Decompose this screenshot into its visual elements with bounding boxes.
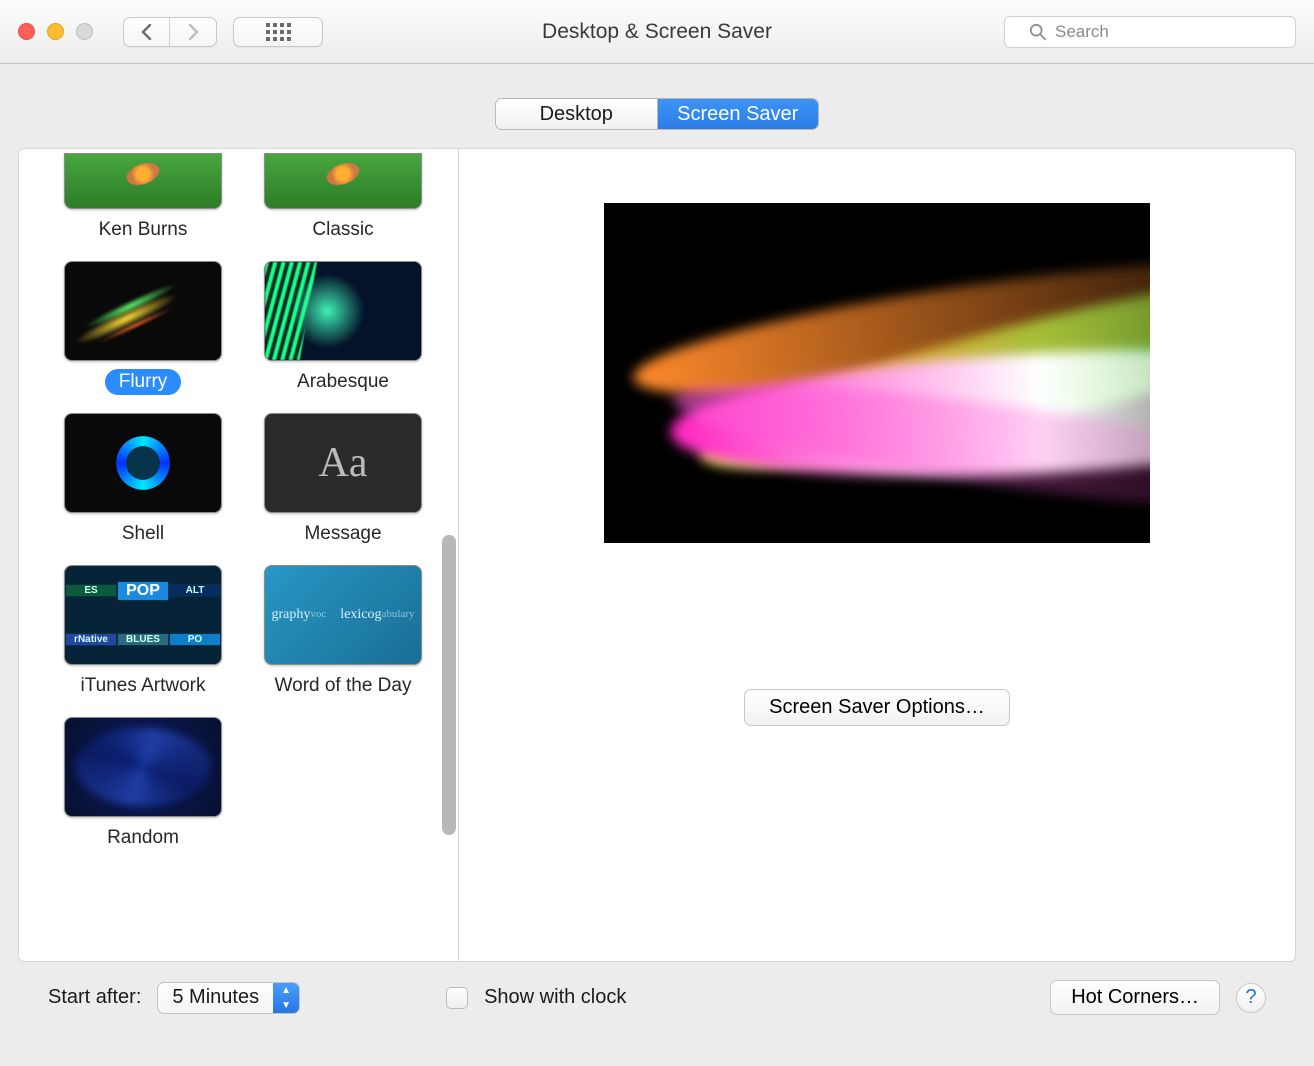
saver-label: Word of the Day (261, 673, 426, 699)
window-title: Desktop & Screen Saver (542, 20, 772, 44)
saver-label: Ken Burns (85, 217, 202, 243)
saver-thumb: graphy voc lexicog abulary (264, 565, 422, 665)
tab-bar: Desktop Screen Saver (495, 98, 819, 130)
show-with-clock-label: Show with clock (484, 986, 626, 1009)
saver-thumb: Aa (264, 413, 422, 513)
saver-thumb (264, 153, 422, 209)
screen-saver-options-button[interactable]: Screen Saver Options… (744, 689, 1010, 726)
settings-panel: Ken Burns Classic Flurry Arabesque Shell (18, 148, 1296, 962)
help-icon: ? (1245, 986, 1256, 1009)
zoom-window-button[interactable] (76, 23, 93, 40)
close-window-button[interactable] (18, 23, 35, 40)
saver-word-of-the-day[interactable]: graphy voc lexicog abulary Word of the D… (245, 565, 441, 699)
saver-thumb: ESPOPALTrNativeBLUESPO (64, 565, 222, 665)
window-controls (18, 23, 93, 40)
back-button[interactable] (124, 18, 170, 46)
grid-icon (266, 23, 291, 41)
saver-thumb (264, 261, 422, 361)
footer-controls: Start after: 5 Minutes ▲▼ Show with cloc… (18, 962, 1296, 1015)
chevron-right-icon (187, 24, 200, 40)
tab-desktop[interactable]: Desktop (496, 99, 658, 129)
start-after-label: Start after: (48, 986, 141, 1009)
saver-label: Shell (108, 521, 178, 547)
saver-flurry[interactable]: Flurry (45, 261, 241, 395)
search-icon (1029, 23, 1047, 41)
saver-thumb (64, 261, 222, 361)
saver-message[interactable]: Aa Message (245, 413, 441, 547)
saver-label: Flurry (105, 369, 182, 395)
preview-pane: Screen Saver Options… (459, 149, 1295, 961)
minimize-window-button[interactable] (47, 23, 64, 40)
start-after-select[interactable]: 5 Minutes ▲▼ (157, 982, 300, 1014)
titlebar: Desktop & Screen Saver Search (0, 0, 1314, 64)
saver-label: Arabesque (283, 369, 403, 395)
saver-itunes-artwork[interactable]: ESPOPALTrNativeBLUESPO iTunes Artwork (45, 565, 241, 699)
saver-shell[interactable]: Shell (45, 413, 241, 547)
show-all-prefs-button[interactable] (233, 17, 323, 47)
saver-label: Classic (298, 217, 387, 243)
stepper-icon: ▲▼ (273, 983, 299, 1013)
screensaver-list[interactable]: Ken Burns Classic Flurry Arabesque Shell (19, 149, 459, 961)
hot-corners-button[interactable]: Hot Corners… (1050, 980, 1220, 1015)
search-placeholder: Search (1055, 22, 1109, 42)
help-button[interactable]: ? (1236, 983, 1266, 1013)
scrollbar-thumb[interactable] (442, 535, 456, 835)
saver-label: Random (93, 825, 193, 851)
saver-thumb (64, 717, 222, 817)
chevron-left-icon (140, 24, 153, 40)
saver-classic[interactable]: Classic (245, 153, 441, 243)
saver-thumb (64, 413, 222, 513)
start-after-value: 5 Minutes (158, 986, 273, 1009)
saver-label: iTunes Artwork (67, 673, 220, 699)
saver-arabesque[interactable]: Arabesque (245, 261, 441, 395)
screensaver-preview (604, 203, 1150, 543)
search-field[interactable]: Search (1004, 16, 1296, 48)
show-with-clock-checkbox[interactable] (446, 987, 468, 1009)
saver-ken-burns[interactable]: Ken Burns (45, 153, 241, 243)
saver-label: Message (290, 521, 395, 547)
saver-thumb (64, 153, 222, 209)
nav-back-forward (123, 17, 217, 47)
saver-random[interactable]: Random (45, 717, 241, 851)
forward-button[interactable] (170, 18, 216, 46)
tab-screen-saver[interactable]: Screen Saver (658, 99, 819, 129)
